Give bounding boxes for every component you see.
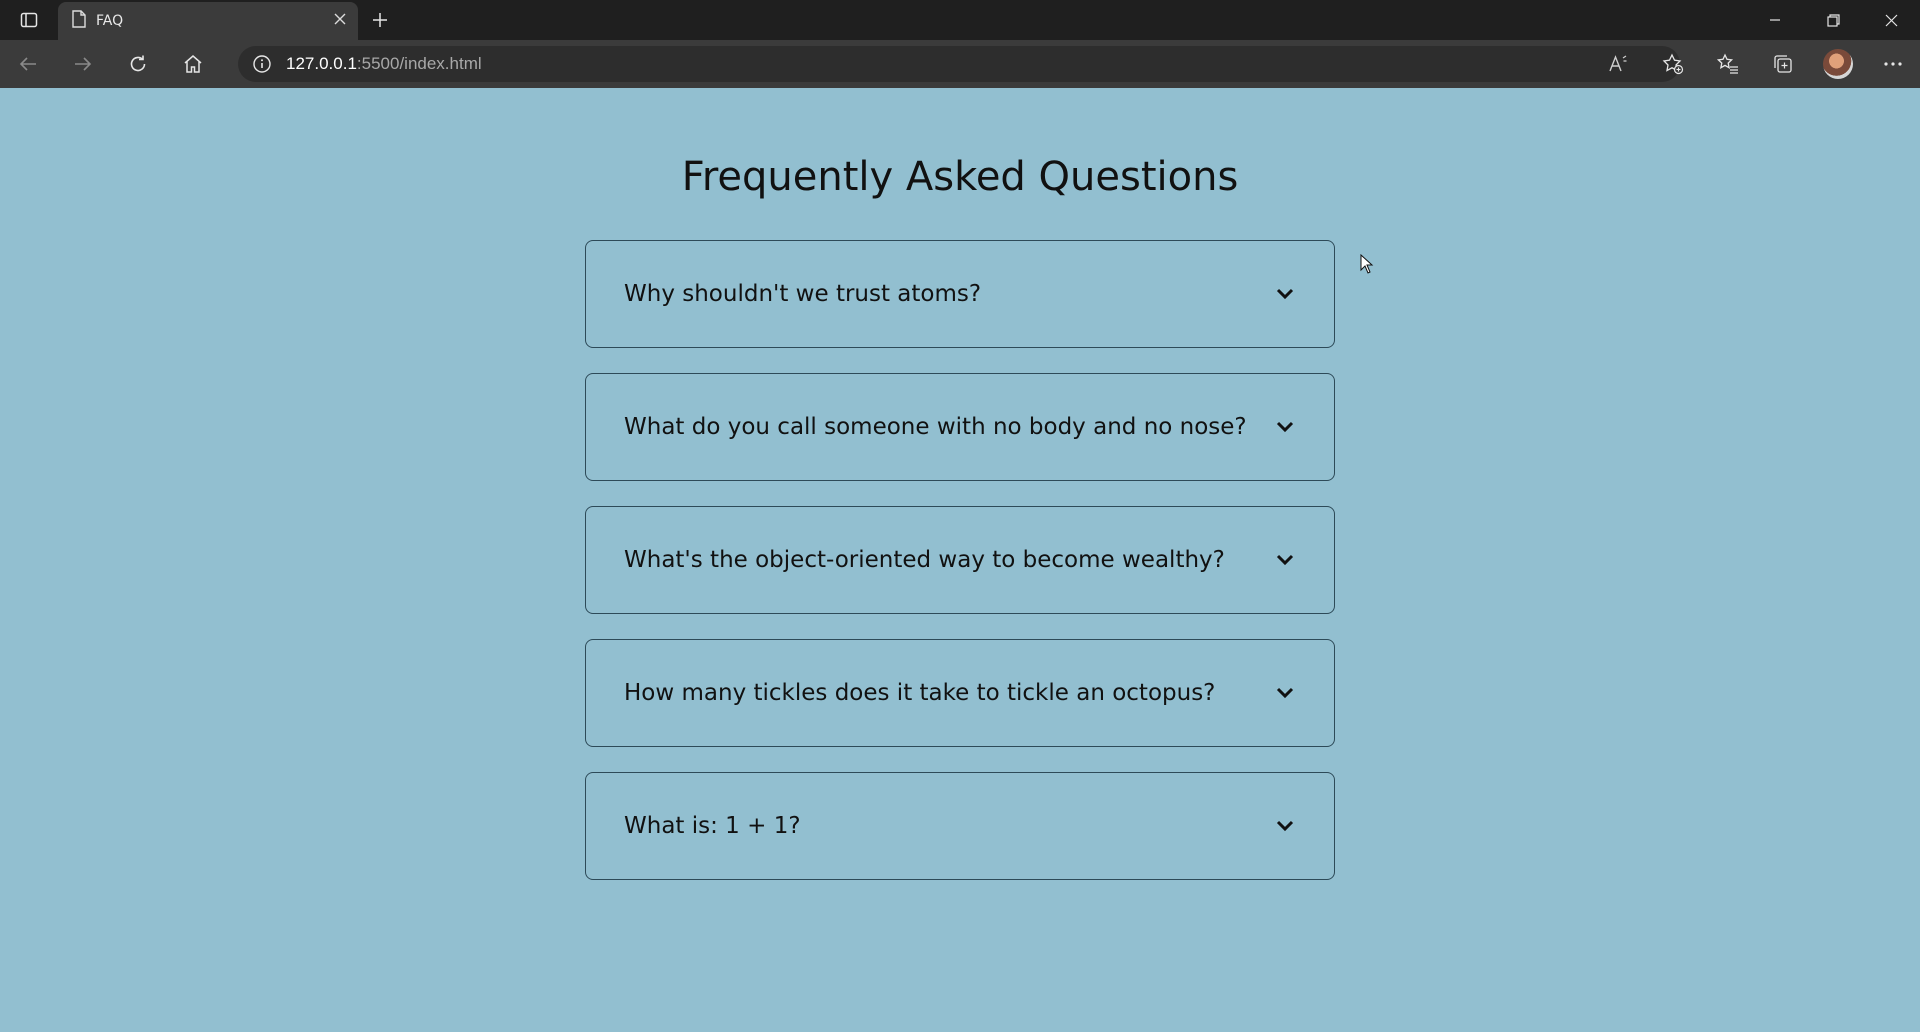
url-text: 127.0.0.1:5500/index.html xyxy=(286,54,482,74)
plus-icon[interactable] xyxy=(358,0,402,40)
mouse-cursor-icon xyxy=(1360,253,1374,278)
minimize-icon[interactable] xyxy=(1746,0,1804,40)
chevron-down-icon[interactable] xyxy=(1274,549,1296,571)
chevron-down-icon[interactable] xyxy=(1274,416,1296,438)
address-bar[interactable]: 127.0.0.1:5500/index.html xyxy=(238,46,1680,82)
restore-icon[interactable] xyxy=(1804,0,1862,40)
faq-question: What's the object-oriented way to become… xyxy=(624,547,1225,573)
browser-titlebar: FAQ xyxy=(0,0,1920,40)
window-close-icon[interactable] xyxy=(1862,0,1920,40)
faq-item[interactable]: What's the object-oriented way to become… xyxy=(585,506,1335,614)
faq-item[interactable]: What do you call someone with no body an… xyxy=(585,373,1335,481)
sidebar-icon[interactable] xyxy=(0,0,58,40)
page-icon xyxy=(72,10,86,32)
faq-question: Why shouldn't we trust atoms? xyxy=(624,281,982,307)
home-icon[interactable] xyxy=(165,40,220,88)
collections-icon[interactable] xyxy=(1755,40,1810,88)
forward-arrow-icon[interactable] xyxy=(55,40,110,88)
window-controls xyxy=(1746,0,1920,40)
faq-list: Why shouldn't we trust atoms? What do yo… xyxy=(585,240,1335,905)
faq-question: What do you call someone with no body an… xyxy=(624,414,1247,440)
chevron-down-icon[interactable] xyxy=(1274,682,1296,704)
close-icon[interactable] xyxy=(334,13,346,29)
refresh-icon[interactable] xyxy=(110,40,165,88)
tab-title: FAQ xyxy=(96,13,124,29)
faq-question: How many tickles does it take to tickle … xyxy=(624,680,1216,706)
favorite-add-icon[interactable] xyxy=(1645,40,1700,88)
info-icon[interactable] xyxy=(238,54,286,74)
faq-item[interactable]: What is: 1 + 1? xyxy=(585,772,1335,880)
chevron-down-icon[interactable] xyxy=(1274,815,1296,837)
back-arrow-icon[interactable] xyxy=(0,40,55,88)
more-icon[interactable] xyxy=(1865,40,1920,88)
profile-button[interactable] xyxy=(1810,40,1865,88)
faq-item[interactable]: How many tickles does it take to tickle … xyxy=(585,639,1335,747)
url-host: 127.0.0.1 xyxy=(286,54,357,73)
browser-tab[interactable]: FAQ xyxy=(58,2,358,40)
read-aloud-icon[interactable] xyxy=(1590,40,1645,88)
faq-question: What is: 1 + 1? xyxy=(624,813,801,839)
chevron-down-icon[interactable] xyxy=(1274,283,1296,305)
page-content: Frequently Asked Questions Why shouldn't… xyxy=(0,88,1920,1032)
page-title: Frequently Asked Questions xyxy=(681,154,1239,200)
avatar xyxy=(1822,49,1853,79)
url-path: :5500/index.html xyxy=(356,54,482,73)
favorites-icon[interactable] xyxy=(1700,40,1755,88)
toolbar-right xyxy=(1590,40,1920,88)
faq-item[interactable]: Why shouldn't we trust atoms? xyxy=(585,240,1335,348)
